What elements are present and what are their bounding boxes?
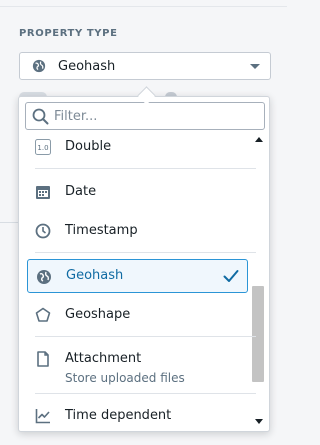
item-label: Time dependent [65, 408, 172, 423]
list-item-attachment[interactable]: Attachment Store uploaded files [35, 350, 247, 390]
item-description: Store uploaded files [65, 371, 185, 385]
document-icon [37, 351, 49, 367]
globe-icon [37, 270, 51, 284]
item-label: Geoshape [65, 307, 131, 322]
list-item-timestamp[interactable]: Timestamp [35, 222, 247, 242]
divider [35, 393, 256, 394]
divider [35, 252, 256, 253]
decimal-icon: 1.0 [35, 139, 51, 155]
list-item-geohash[interactable]: Geohash [27, 259, 248, 293]
section-label: PROPERTY TYPE [19, 28, 118, 39]
scroll-down-arrow[interactable] [255, 419, 263, 424]
polygon-icon [35, 307, 51, 322]
list-item-date[interactable]: Date [35, 183, 247, 203]
decimal-icon-badge: 1.0 [37, 144, 48, 152]
divider [35, 336, 256, 337]
item-label: Geohash [66, 268, 124, 283]
item-label: Date [65, 184, 97, 199]
scrollbar-thumb[interactable] [252, 286, 264, 382]
checkmark-icon [223, 270, 239, 282]
search-icon [32, 108, 49, 125]
clock-icon [35, 223, 51, 239]
caret-down-icon [250, 64, 260, 69]
property-type-select[interactable]: Geohash [19, 52, 271, 80]
item-label: Double [65, 139, 112, 154]
list-item-double[interactable]: 1.0 Double [35, 138, 247, 158]
divider [0, 6, 287, 7]
filter-field[interactable] [25, 102, 265, 130]
item-label: Attachment [65, 351, 142, 366]
item-label: Timestamp [65, 223, 138, 238]
scroll-up-arrow[interactable] [255, 137, 263, 142]
select-value: Geohash [58, 59, 116, 74]
timeline-chart-icon [35, 409, 50, 424]
calendar-icon [36, 186, 50, 199]
divider [0, 222, 18, 223]
globe-icon [32, 59, 46, 73]
list-item-time-dependent[interactable]: Time dependent [35, 407, 247, 427]
list-item-geoshape[interactable]: Geoshape [35, 306, 247, 326]
property-type-dropdown: 1.0 Double Date Timestamp Geohash [18, 96, 270, 432]
filter-input[interactable] [54, 106, 254, 126]
divider [35, 168, 256, 169]
